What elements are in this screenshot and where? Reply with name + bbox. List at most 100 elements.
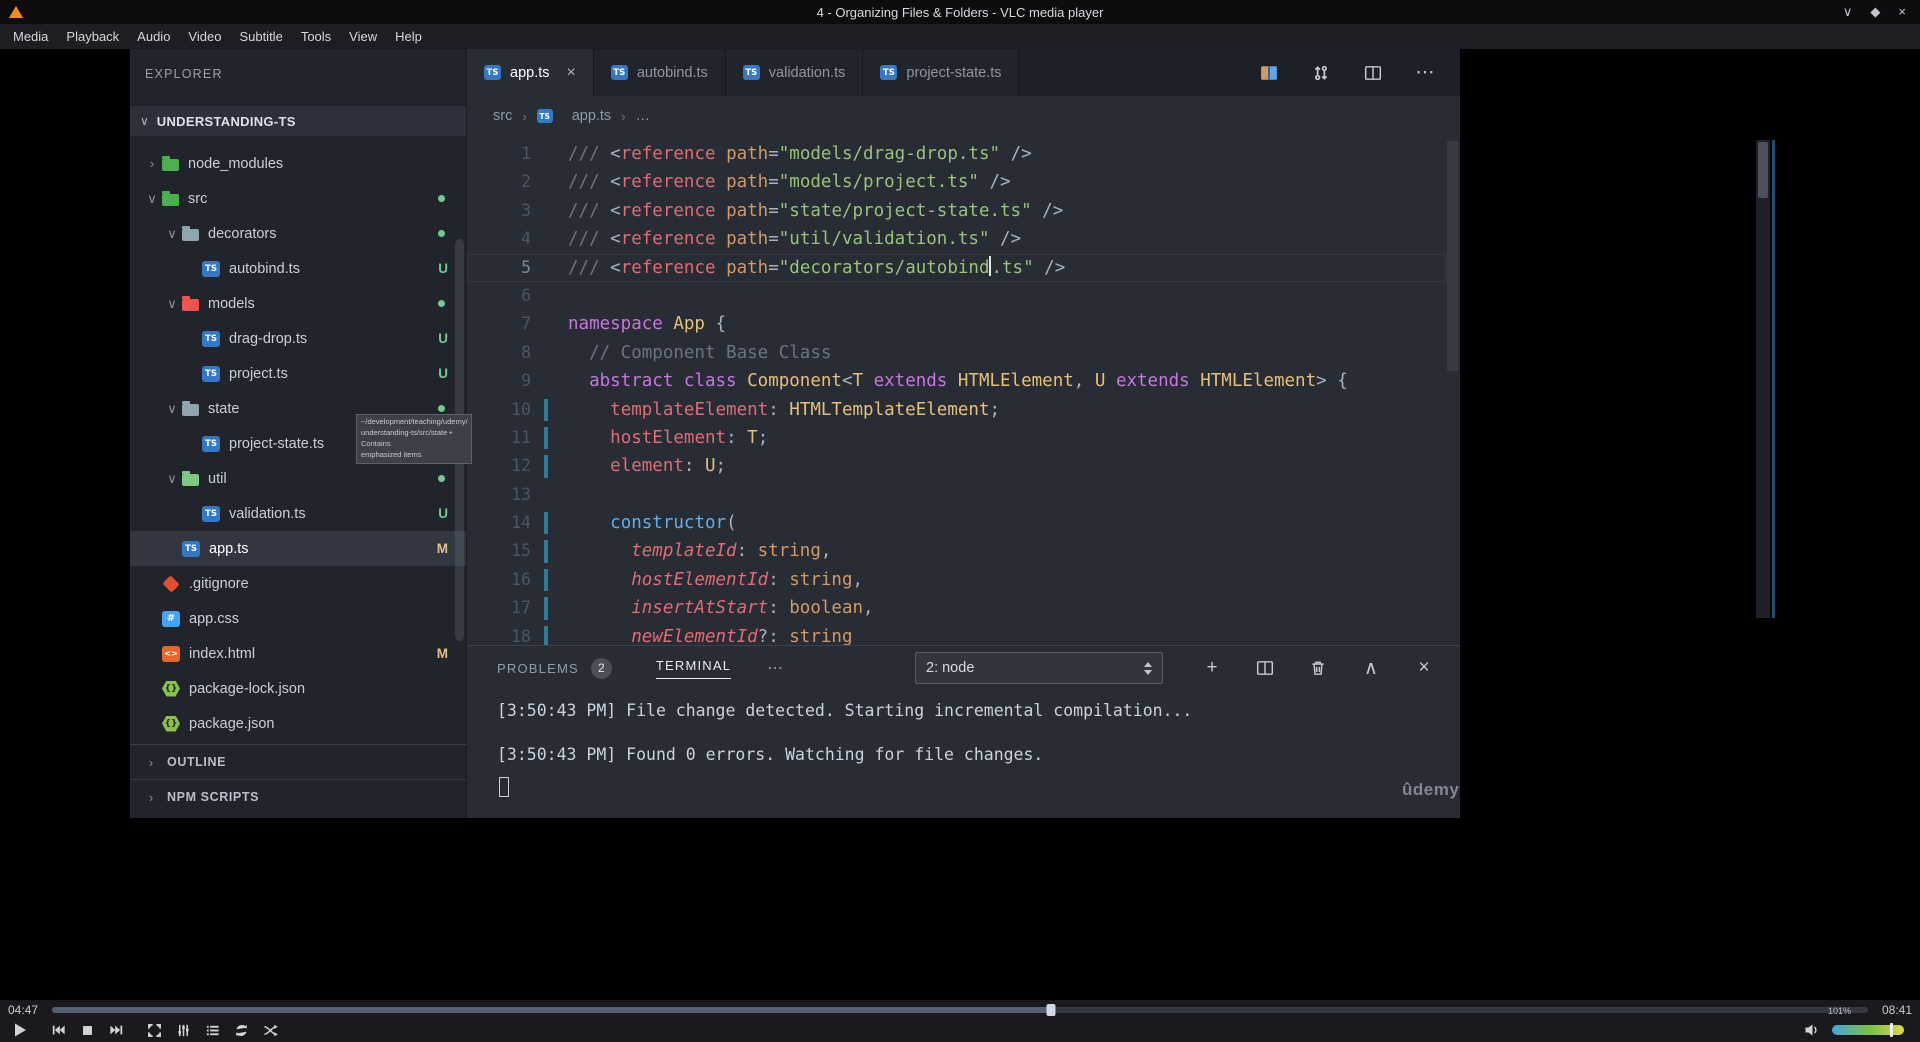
menu-subtitle[interactable]: Subtitle (230, 26, 291, 47)
close-tab-icon[interactable]: × (567, 64, 576, 82)
code-area[interactable]: 1 /// <reference path="models/drag-drop.t… (467, 136, 1446, 645)
menu-playback[interactable]: Playback (57, 26, 128, 47)
code-line-15: 15 templateId: string, (467, 537, 1446, 565)
tab-bar: TS app.ts × TS autobind.ts TS validation.ts TS p… (467, 49, 1460, 96)
sidebar-section-outline[interactable]: › OUTLINE (130, 744, 466, 779)
chevron-down-icon[interactable]: ∨ (142, 191, 162, 207)
file-name: state (208, 400, 240, 417)
tab-app.ts[interactable]: TS app.ts × (467, 49, 594, 96)
loop-button[interactable] (229, 1019, 253, 1041)
editor-more-actions-button[interactable]: ⋯ (1414, 62, 1436, 84)
breadcrumb-item[interactable]: app.ts (572, 108, 612, 124)
tree-item-index.html[interactable]: <> index.html M (130, 636, 466, 671)
git-changes-dot (438, 405, 445, 412)
tree-item-autobind.ts[interactable]: TS autobind.ts U (130, 251, 466, 286)
chevron-down-icon[interactable]: ∨ (162, 226, 182, 242)
tree-item-models[interactable]: ∨ models (130, 286, 466, 321)
tab-autobind.ts[interactable]: TS autobind.ts (593, 49, 726, 96)
tooltip-line: ~/development/teaching/udemy/ (361, 417, 468, 426)
menu-view[interactable]: View (340, 26, 386, 47)
play-button[interactable] (8, 1019, 32, 1041)
extended-settings-button[interactable] (171, 1019, 195, 1041)
next-button[interactable] (104, 1019, 128, 1041)
line-number: 15 (511, 541, 531, 561)
shell-selector[interactable]: 2: node (915, 652, 1163, 684)
volume-marker[interactable] (1889, 1023, 1893, 1037)
stop-button[interactable] (75, 1019, 99, 1041)
tree-item-util[interactable]: ∨ util (130, 461, 466, 496)
close-panel-button[interactable]: × (1413, 657, 1435, 679)
seek-bar[interactable] (52, 1004, 1868, 1016)
menu-media[interactable]: Media (4, 26, 57, 47)
new-terminal-button[interactable]: + (1201, 657, 1223, 679)
menu-tools[interactable]: Tools (292, 26, 340, 47)
tree-item-validation.ts[interactable]: TS validation.ts U (130, 496, 466, 531)
breadcrumb[interactable]: src › TS app.ts ›… (467, 96, 1460, 136)
video-area[interactable]: EXPLORER ∨ UNDERSTANDING-TS › node_module… (0, 49, 1920, 1000)
file-name: decorators (208, 225, 277, 242)
seek-fill (52, 1007, 1051, 1013)
maximize-panel-button[interactable]: ∧ (1360, 657, 1382, 679)
json-file-icon: {} (162, 715, 180, 732)
tree-item-.gitignore[interactable]: .gitignore (130, 566, 466, 601)
tab-project-state.ts[interactable]: TS project-state.ts (863, 49, 1020, 96)
menu-help[interactable]: Help (386, 26, 431, 47)
shuffle-button[interactable] (258, 1019, 282, 1041)
breadcrumb-item[interactable]: src (493, 108, 512, 124)
fullscreen-button[interactable] (142, 1019, 166, 1041)
minimize-button[interactable]: ∨ (1843, 4, 1853, 20)
code-text: element: U; (610, 456, 727, 477)
tree-item-src[interactable]: ∨ src (130, 181, 466, 216)
git-changes-dot (438, 195, 445, 202)
tab-validation.ts[interactable]: TS validation.ts (725, 49, 864, 96)
code-line-5: 5 /// <reference path="decorators/autobin… (467, 254, 1446, 282)
maximize-button[interactable]: ◆ (1870, 4, 1880, 20)
chevron-down-icon[interactable]: ∨ (162, 296, 182, 312)
seek-handle[interactable] (1046, 1004, 1056, 1016)
tree-item-node_modules[interactable]: › node_modules (130, 146, 466, 181)
tab-problems[interactable]: PROBLEMS (497, 661, 579, 676)
tree-item-package.json[interactable]: {} package.json (130, 706, 466, 741)
tab-terminal[interactable]: TERMINAL (655, 658, 732, 679)
tree-item-package-lock.json[interactable]: {} package-lock.json (130, 671, 466, 706)
kill-terminal-button[interactable] (1307, 657, 1329, 679)
section-label: OUTLINE (167, 755, 227, 769)
folder-icon (182, 225, 199, 241)
volume-slider[interactable] (1832, 1023, 1904, 1037)
playlist-button[interactable] (200, 1019, 224, 1041)
breadcrumb-item[interactable]: … (636, 108, 651, 124)
editor-scrollbar[interactable] (1447, 141, 1458, 371)
tree-item-app.ts[interactable]: TS app.ts M (130, 531, 466, 566)
title-bar: 4 - Organizing Files & Folders - VLC med… (0, 0, 1920, 24)
modified-gutter-bar (544, 597, 548, 620)
compare-changes-button[interactable] (1310, 62, 1332, 84)
split-editor-button[interactable] (1362, 62, 1384, 84)
file-name: index.html (189, 645, 256, 662)
tree-item-app.css[interactable]: # app.css (130, 601, 466, 636)
previous-button[interactable] (46, 1019, 70, 1041)
split-terminal-button[interactable] (1254, 657, 1276, 679)
line-number: 18 (511, 626, 531, 645)
chevron-down-icon[interactable]: ∨ (162, 401, 182, 417)
tree-item-project.ts[interactable]: TS project.ts U (130, 356, 466, 391)
git-file-icon (162, 574, 180, 593)
modified-gutter-bar (544, 568, 548, 592)
tree-item-drag-drop.ts[interactable]: TS drag-drop.ts U (130, 321, 466, 356)
speaker-icon[interactable] (1800, 1019, 1824, 1041)
chevron-right-icon[interactable]: › (142, 156, 162, 171)
volume-control[interactable]: 101% (1800, 1006, 1904, 1041)
terminal-output[interactable]: [3:50:43 PM] File change detected. Start… (467, 690, 1460, 797)
close-button[interactable]: × (1898, 4, 1906, 20)
file-name: autobind.ts (229, 260, 300, 277)
ts-file-icon: TS (202, 505, 220, 522)
code-line-4: 4 /// <reference path="util/validation.ts… (467, 225, 1446, 253)
project-section-header[interactable]: ∨ UNDERSTANDING-TS (130, 106, 466, 136)
sidebar-section-npm-scripts[interactable]: › NPM SCRIPTS (130, 779, 466, 814)
panel-more-actions-button[interactable]: ⋯ (767, 658, 785, 678)
open-changes-button[interactable] (1258, 62, 1280, 84)
gutter (531, 424, 568, 452)
menu-video[interactable]: Video (179, 26, 230, 47)
chevron-down-icon[interactable]: ∨ (162, 471, 182, 487)
tree-item-decorators[interactable]: ∨ decorators (130, 216, 466, 251)
menu-audio[interactable]: Audio (128, 26, 179, 47)
